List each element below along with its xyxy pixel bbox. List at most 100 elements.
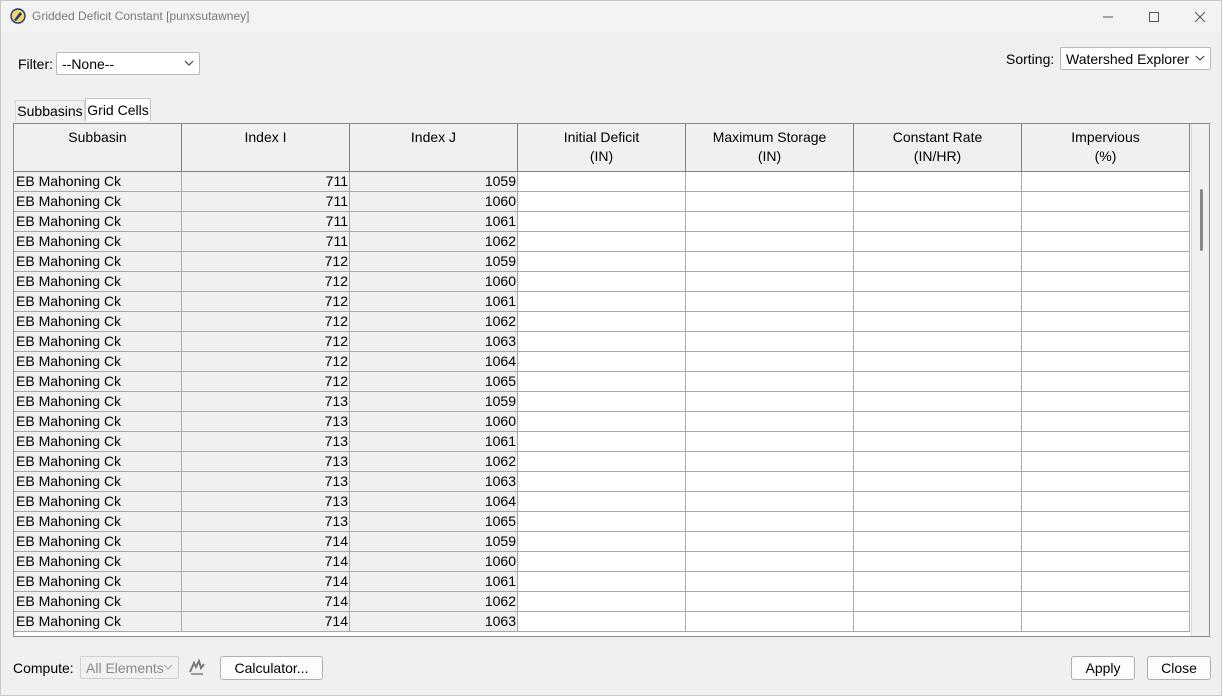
editable-cell[interactable] — [1022, 332, 1190, 351]
editable-cell[interactable] — [854, 532, 1022, 551]
editable-cell[interactable] — [518, 512, 686, 531]
editable-cell[interactable] — [854, 272, 1022, 291]
editable-cell[interactable] — [1022, 192, 1190, 211]
editable-cell[interactable] — [518, 312, 686, 331]
editable-cell[interactable] — [518, 452, 686, 471]
editable-cell[interactable] — [686, 252, 854, 271]
editable-cell[interactable] — [686, 232, 854, 251]
editable-cell[interactable] — [518, 412, 686, 431]
editable-cell[interactable] — [686, 192, 854, 211]
editable-cell[interactable] — [686, 172, 854, 191]
editable-cell[interactable] — [518, 572, 686, 591]
close-window-button[interactable] — [1177, 1, 1222, 32]
editable-cell[interactable] — [686, 612, 854, 631]
editable-cell[interactable] — [854, 372, 1022, 391]
editable-cell[interactable] — [1022, 352, 1190, 371]
close-button[interactable]: Close — [1147, 656, 1211, 680]
editable-cell[interactable] — [1022, 252, 1190, 271]
editable-cell[interactable] — [518, 292, 686, 311]
vertical-scrollbar[interactable] — [1191, 124, 1209, 636]
editable-cell[interactable] — [686, 472, 854, 491]
editable-cell[interactable] — [686, 452, 854, 471]
editable-cell[interactable] — [854, 452, 1022, 471]
editable-cell[interactable] — [518, 252, 686, 271]
editable-cell[interactable] — [686, 212, 854, 231]
editable-cell[interactable] — [854, 252, 1022, 271]
scrollbar-thumb[interactable] — [1200, 189, 1203, 251]
column-header[interactable]: Maximum Storage (IN) — [686, 124, 854, 172]
editable-cell[interactable] — [1022, 272, 1190, 291]
editable-cell[interactable] — [1022, 452, 1190, 471]
editable-cell[interactable] — [686, 552, 854, 571]
editable-cell[interactable] — [686, 292, 854, 311]
editable-cell[interactable] — [854, 192, 1022, 211]
editable-cell[interactable] — [854, 512, 1022, 531]
editable-cell[interactable] — [854, 432, 1022, 451]
editable-cell[interactable] — [686, 392, 854, 411]
editable-cell[interactable] — [518, 272, 686, 291]
editable-cell[interactable] — [1022, 232, 1190, 251]
editable-cell[interactable] — [854, 392, 1022, 411]
filter-select[interactable]: --None-- — [56, 52, 200, 75]
editable-cell[interactable] — [518, 212, 686, 231]
column-header[interactable]: Impervious (%) — [1022, 124, 1190, 172]
column-header[interactable]: Constant Rate (IN/HR) — [854, 124, 1022, 172]
editable-cell[interactable] — [1022, 212, 1190, 231]
editable-cell[interactable] — [854, 612, 1022, 631]
editable-cell[interactable] — [686, 572, 854, 591]
editable-cell[interactable] — [1022, 412, 1190, 431]
editable-cell[interactable] — [686, 492, 854, 511]
editable-cell[interactable] — [854, 412, 1022, 431]
editable-cell[interactable] — [854, 212, 1022, 231]
editable-cell[interactable] — [1022, 612, 1190, 631]
compute-run-icon[interactable] — [187, 658, 207, 678]
editable-cell[interactable] — [686, 372, 854, 391]
editable-cell[interactable] — [854, 492, 1022, 511]
editable-cell[interactable] — [1022, 512, 1190, 531]
editable-cell[interactable] — [686, 432, 854, 451]
editable-cell[interactable] — [854, 332, 1022, 351]
column-header[interactable]: Subbasin — [14, 124, 182, 172]
tab-grid-cells[interactable]: Grid Cells — [85, 98, 151, 121]
editable-cell[interactable] — [686, 272, 854, 291]
editable-cell[interactable] — [518, 432, 686, 451]
editable-cell[interactable] — [518, 532, 686, 551]
apply-button[interactable]: Apply — [1071, 656, 1135, 680]
editable-cell[interactable] — [1022, 172, 1190, 191]
editable-cell[interactable] — [1022, 312, 1190, 331]
editable-cell[interactable] — [854, 592, 1022, 611]
minimize-button[interactable] — [1085, 1, 1131, 32]
editable-cell[interactable] — [854, 292, 1022, 311]
editable-cell[interactable] — [686, 512, 854, 531]
editable-cell[interactable] — [518, 352, 686, 371]
sorting-select[interactable]: Watershed Explorer — [1060, 47, 1211, 70]
editable-cell[interactable] — [854, 172, 1022, 191]
tab-subbasins[interactable]: Subbasins — [15, 100, 85, 121]
column-header[interactable]: Initial Deficit (IN) — [518, 124, 686, 172]
editable-cell[interactable] — [518, 612, 686, 631]
editable-cell[interactable] — [854, 352, 1022, 371]
editable-cell[interactable] — [1022, 432, 1190, 451]
editable-cell[interactable] — [518, 332, 686, 351]
editable-cell[interactable] — [686, 412, 854, 431]
editable-cell[interactable] — [686, 592, 854, 611]
editable-cell[interactable] — [854, 312, 1022, 331]
editable-cell[interactable] — [1022, 372, 1190, 391]
editable-cell[interactable] — [854, 552, 1022, 571]
editable-cell[interactable] — [1022, 492, 1190, 511]
editable-cell[interactable] — [518, 172, 686, 191]
maximize-button[interactable] — [1131, 1, 1177, 32]
calculator-button[interactable]: Calculator... — [220, 656, 323, 680]
editable-cell[interactable] — [854, 472, 1022, 491]
editable-cell[interactable] — [518, 372, 686, 391]
editable-cell[interactable] — [686, 312, 854, 331]
editable-cell[interactable] — [518, 472, 686, 491]
editable-cell[interactable] — [518, 192, 686, 211]
editable-cell[interactable] — [1022, 572, 1190, 591]
editable-cell[interactable] — [1022, 392, 1190, 411]
editable-cell[interactable] — [1022, 552, 1190, 571]
editable-cell[interactable] — [1022, 592, 1190, 611]
editable-cell[interactable] — [1022, 472, 1190, 491]
editable-cell[interactable] — [686, 352, 854, 371]
editable-cell[interactable] — [854, 572, 1022, 591]
